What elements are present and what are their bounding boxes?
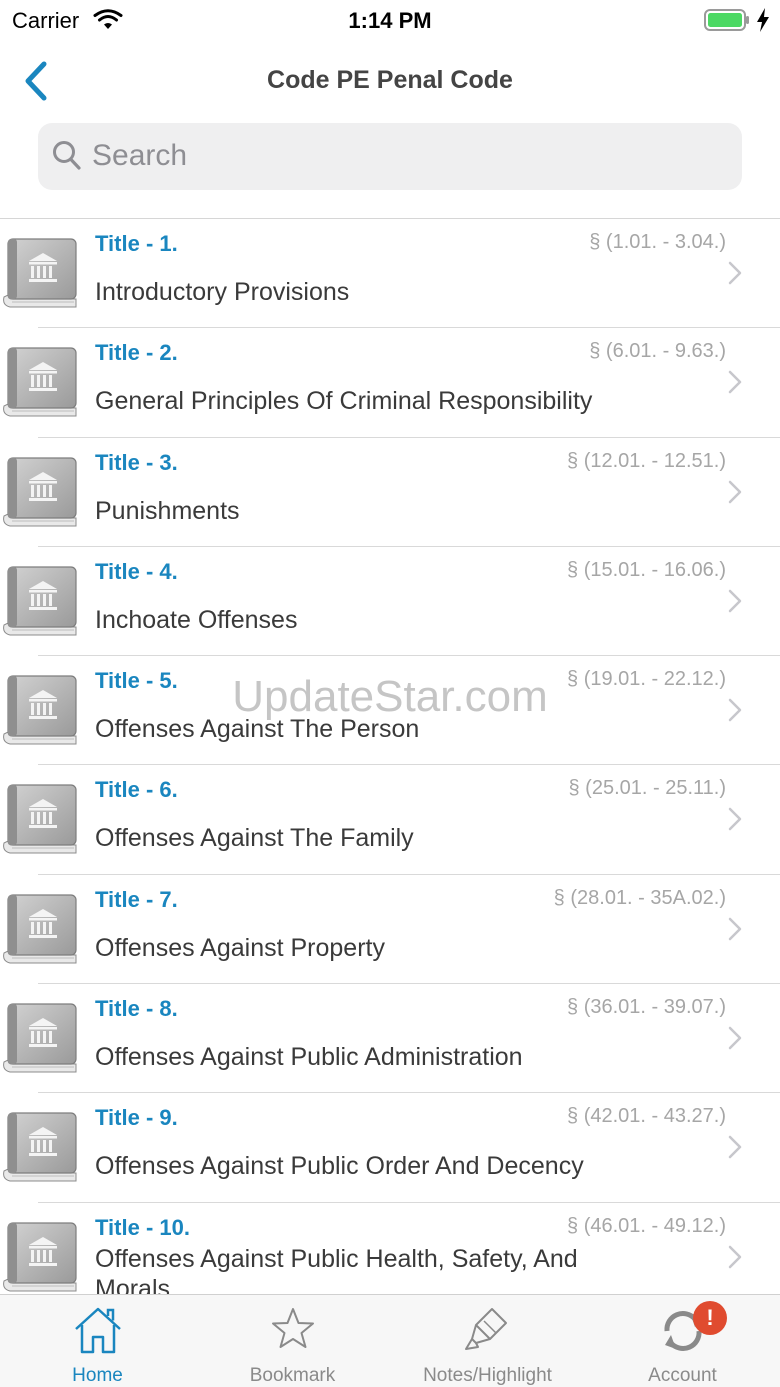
list-item[interactable]: Title - 4. § (15.01. - 16.06.) Inchoate … <box>0 547 780 657</box>
chevron-right-icon <box>728 1245 742 1268</box>
book-icon <box>0 235 80 311</box>
title-number: Title - 5. <box>95 668 178 694</box>
list-item[interactable]: Title - 10. § (46.01. - 49.12.) Offenses… <box>0 1203 780 1294</box>
notification-badge: ! <box>693 1301 727 1335</box>
title-name: General Principles Of Criminal Responsib… <box>95 387 593 416</box>
title-name: Offenses Against Public Administration <box>95 1043 523 1072</box>
book-icon <box>0 1109 80 1185</box>
title-number: Title - 1. <box>95 231 178 256</box>
title-number: Title - 10. <box>95 1214 190 1240</box>
search-input[interactable] <box>92 134 712 178</box>
status-time: 1:14 PM <box>348 8 432 33</box>
tab-bookmark[interactable]: Bookmark <box>195 1295 390 1387</box>
battery-icon <box>704 9 749 31</box>
book-icon <box>0 891 80 967</box>
chevron-right-icon <box>728 371 742 394</box>
tab-bookmark-label: Bookmark <box>249 1365 336 1386</box>
book-icon <box>0 781 80 857</box>
highlighter-icon <box>465 1308 507 1350</box>
chevron-right-icon <box>728 480 742 503</box>
title-number: Title - 9. <box>95 1105 178 1131</box>
chevron-right-icon <box>728 808 742 831</box>
list-item[interactable]: Title - 3. § (12.01. - 12.51.) Punishmen… <box>0 438 780 548</box>
list-item[interactable]: Title - 2. § (6.01. - 9.63.) General Pri… <box>0 328 780 438</box>
title-number: Title - 2. <box>95 340 178 366</box>
title-number: Title - 4. <box>95 558 178 584</box>
book-icon <box>0 344 80 420</box>
section-range: § (36.01. - 39.07.) <box>567 996 726 1019</box>
list-item[interactable]: Title - 7. § (28.01. - 35A.02.) Offenses… <box>0 875 780 985</box>
list-item[interactable]: Title - 6. § (25.01. - 25.11.) Offenses … <box>0 765 780 876</box>
title-number: Title - 3. <box>95 449 178 475</box>
book-icon <box>0 1000 80 1076</box>
tab-home-label: Home <box>72 1365 123 1386</box>
title-name: Offenses Against Public Order And Decenc… <box>95 1152 584 1181</box>
tab-account[interactable]: ! Account <box>585 1295 780 1387</box>
page-title: Code PE Penal Code <box>267 66 513 94</box>
list-item[interactable]: Title - 8. § (36.01. - 39.07.) Offenses … <box>0 984 780 1094</box>
book-icon <box>0 1219 80 1294</box>
star-icon <box>272 1308 314 1348</box>
list-item[interactable]: Title - 5. § (19.01. - 22.12.) Offenses … <box>0 656 780 766</box>
book-icon <box>0 563 80 639</box>
home-icon <box>75 1307 121 1354</box>
list-item[interactable]: Title - 1. § (1.01. - 3.04.) Introductor… <box>0 219 780 329</box>
chevron-right-icon <box>728 1136 742 1159</box>
title-name: Punishments <box>95 496 240 525</box>
section-range: § (42.01. - 43.27.) <box>567 1105 726 1128</box>
tab-notes-highlight[interactable]: Notes/Highlight <box>390 1295 585 1387</box>
section-range: § (6.01. - 9.63.) <box>589 340 726 363</box>
section-range: § (28.01. - 35A.02.) <box>553 886 726 909</box>
titles-list: Title - 1. § (1.01. - 3.04.) Introductor… <box>0 218 780 1294</box>
status-bar: Carrier 1:14 PM <box>0 0 780 40</box>
title-name: Offenses Against The Person <box>95 715 420 744</box>
section-range: § (1.01. - 3.04.) <box>589 231 726 253</box>
section-range: § (46.01. - 49.12.) <box>567 1214 726 1237</box>
tab-notes-highlight-label: Notes/Highlight <box>423 1365 552 1386</box>
chevron-right-icon <box>728 698 742 722</box>
title-number: Title - 8. <box>95 996 178 1022</box>
title-name: Offenses Against Property <box>95 933 385 962</box>
section-range: § (12.01. - 12.51.) <box>567 449 726 472</box>
title-name: Introductory Provisions <box>95 278 350 306</box>
book-icon <box>0 454 80 530</box>
section-range: § (15.01. - 16.06.) <box>567 558 726 581</box>
navigation-bar: Code PE Penal Code <box>0 40 780 120</box>
title-number: Title - 7. <box>95 886 178 912</box>
chevron-right-icon <box>728 1026 742 1050</box>
chevron-right-icon <box>728 261 742 285</box>
tab-home[interactable]: Home <box>0 1295 195 1387</box>
book-icon <box>0 672 80 748</box>
chevron-right-icon <box>728 917 742 941</box>
list-item[interactable]: Title - 9. § (42.01. - 43.27.) Offenses … <box>0 1093 780 1203</box>
tab-account-label: Account <box>648 1365 717 1386</box>
title-name: Offenses Against Public Health, Safety, … <box>95 1244 578 1294</box>
title-name: Inchoate Offenses <box>95 605 298 634</box>
title-number: Title - 6. <box>95 777 178 803</box>
section-range: § (19.01. - 22.12.) <box>567 668 726 691</box>
charging-icon <box>757 8 769 32</box>
title-name: Offenses Against The Family <box>95 824 414 853</box>
tab-bar: Home Bookmark Notes/Highlight ! Account <box>0 1294 780 1387</box>
section-range: § (25.01. - 25.11.) <box>568 777 727 800</box>
chevron-right-icon <box>728 589 742 613</box>
search-icon <box>53 141 81 170</box>
